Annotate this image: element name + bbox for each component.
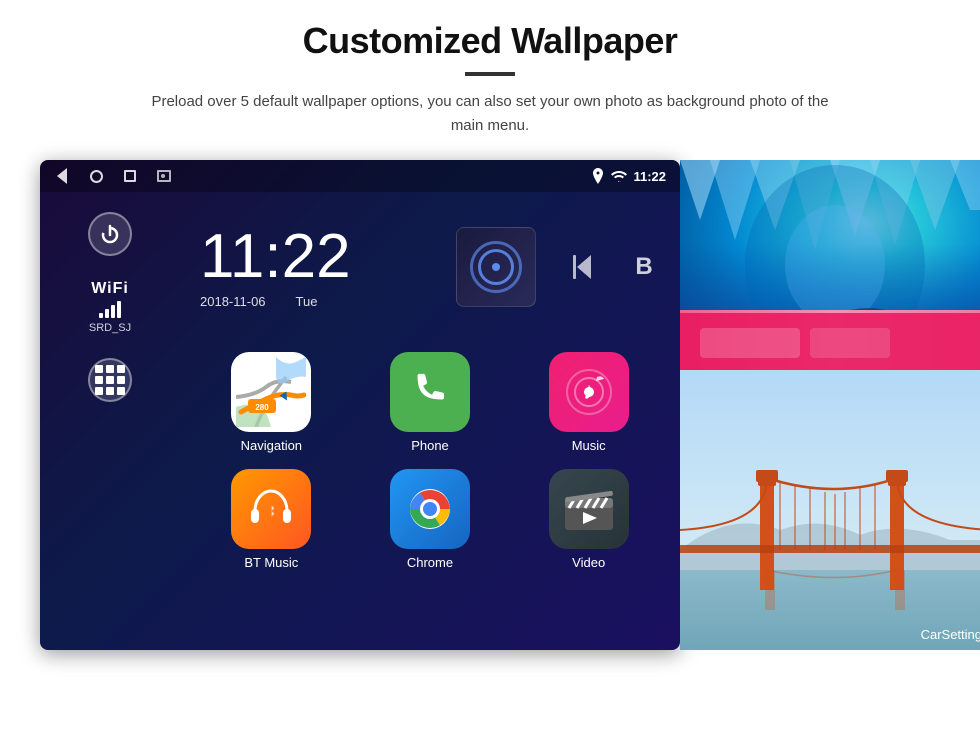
phone-label: Phone bbox=[411, 438, 449, 453]
clock-section: 11:22 2018-11-06 Tue bbox=[200, 226, 426, 309]
top-info-row: 11:22 2018-11-06 Tue bbox=[180, 192, 680, 332]
power-icon bbox=[99, 223, 121, 245]
wifi-signal-dot bbox=[492, 263, 500, 271]
home-nav-icon[interactable] bbox=[88, 168, 104, 184]
navigation-icon: 280 bbox=[231, 352, 311, 432]
bt-music-label: BT Music bbox=[244, 555, 298, 570]
bluetooth-media-icon: B bbox=[635, 253, 652, 281]
clock-date-value: 2018-11-06 bbox=[200, 294, 266, 309]
navigation-label: Navigation bbox=[241, 438, 302, 453]
svg-text:♪: ♪ bbox=[583, 378, 595, 405]
wifi-info: WiFi SRD_SJ bbox=[89, 280, 131, 334]
pink-bar bbox=[680, 310, 980, 370]
status-right: 11:22 bbox=[591, 168, 666, 184]
nav-icons bbox=[54, 168, 172, 184]
clock-date: 2018-11-06 Tue bbox=[200, 294, 426, 309]
wifi-signal-animation bbox=[471, 242, 521, 292]
golden-gate-bg: CarSetting bbox=[680, 370, 980, 650]
media-b-button[interactable]: B bbox=[628, 251, 660, 283]
wallpaper-thumb-2[interactable]: CarSetting bbox=[680, 370, 980, 650]
media-app-icon[interactable] bbox=[456, 227, 536, 307]
app-chrome[interactable]: Chrome bbox=[359, 469, 502, 570]
wifi-bars bbox=[89, 302, 131, 318]
chrome-icon bbox=[390, 469, 470, 549]
wifi-label: WiFi bbox=[89, 280, 131, 298]
wifi-bar-2 bbox=[105, 309, 109, 318]
svg-text:280: 280 bbox=[256, 403, 270, 412]
title-divider bbox=[465, 72, 515, 76]
ice-cave-bg bbox=[680, 160, 980, 370]
status-time: 11:22 bbox=[633, 169, 666, 184]
app-navigation[interactable]: 280 Navigation bbox=[200, 352, 343, 453]
wifi-bar-3 bbox=[111, 305, 115, 318]
chrome-label: Chrome bbox=[407, 555, 453, 570]
carsetting-label: CarSetting bbox=[921, 627, 980, 642]
main-area: 11:22 2018-11-06 Tue bbox=[180, 192, 680, 650]
location-icon bbox=[591, 168, 605, 184]
phone-icon bbox=[390, 352, 470, 432]
wallpaper-thumb-1[interactable] bbox=[680, 160, 980, 370]
video-icon bbox=[549, 469, 629, 549]
clock-day-value: Tue bbox=[296, 294, 318, 309]
app-phone[interactable]: Phone bbox=[359, 352, 502, 453]
left-sidebar: WiFi SRD_SJ bbox=[40, 192, 180, 650]
music-icon: ♪ bbox=[549, 352, 629, 432]
app-bt-music[interactable]: BT Music bbox=[200, 469, 343, 570]
video-label: Video bbox=[572, 555, 605, 570]
app-video[interactable]: Video bbox=[517, 469, 660, 570]
music-label: Music bbox=[572, 438, 606, 453]
skip-back-icon bbox=[571, 253, 593, 281]
back-nav-icon[interactable] bbox=[54, 168, 70, 184]
wifi-bar-4 bbox=[117, 301, 121, 318]
apps-grid: 280 Navigation bbox=[180, 342, 680, 580]
wifi-bar-1 bbox=[99, 313, 103, 318]
screenshot-nav-icon[interactable] bbox=[156, 168, 172, 184]
status-bar: 11:22 bbox=[40, 160, 680, 192]
main-content: 11:22 WiFi bbox=[40, 160, 940, 650]
power-button[interactable] bbox=[88, 212, 132, 256]
wifi-status-icon bbox=[611, 170, 627, 182]
page-title: Customized Wallpaper bbox=[303, 20, 678, 62]
page-description: Preload over 5 default wallpaper options… bbox=[140, 90, 840, 138]
clock-time: 11:22 bbox=[200, 226, 426, 288]
wifi-name: SRD_SJ bbox=[89, 322, 131, 334]
page-wrapper: Customized Wallpaper Preload over 5 defa… bbox=[0, 0, 980, 749]
android-screen: 11:22 WiFi bbox=[40, 160, 680, 650]
skip-back-button[interactable] bbox=[566, 251, 598, 283]
recent-nav-icon[interactable] bbox=[122, 168, 138, 184]
grid-dots-icon bbox=[95, 365, 125, 395]
apps-grid-button[interactable] bbox=[88, 358, 132, 402]
bt-music-icon bbox=[231, 469, 311, 549]
wallpaper-thumbnails: CarSetting bbox=[680, 160, 980, 650]
app-music[interactable]: ♪ Music bbox=[517, 352, 660, 453]
